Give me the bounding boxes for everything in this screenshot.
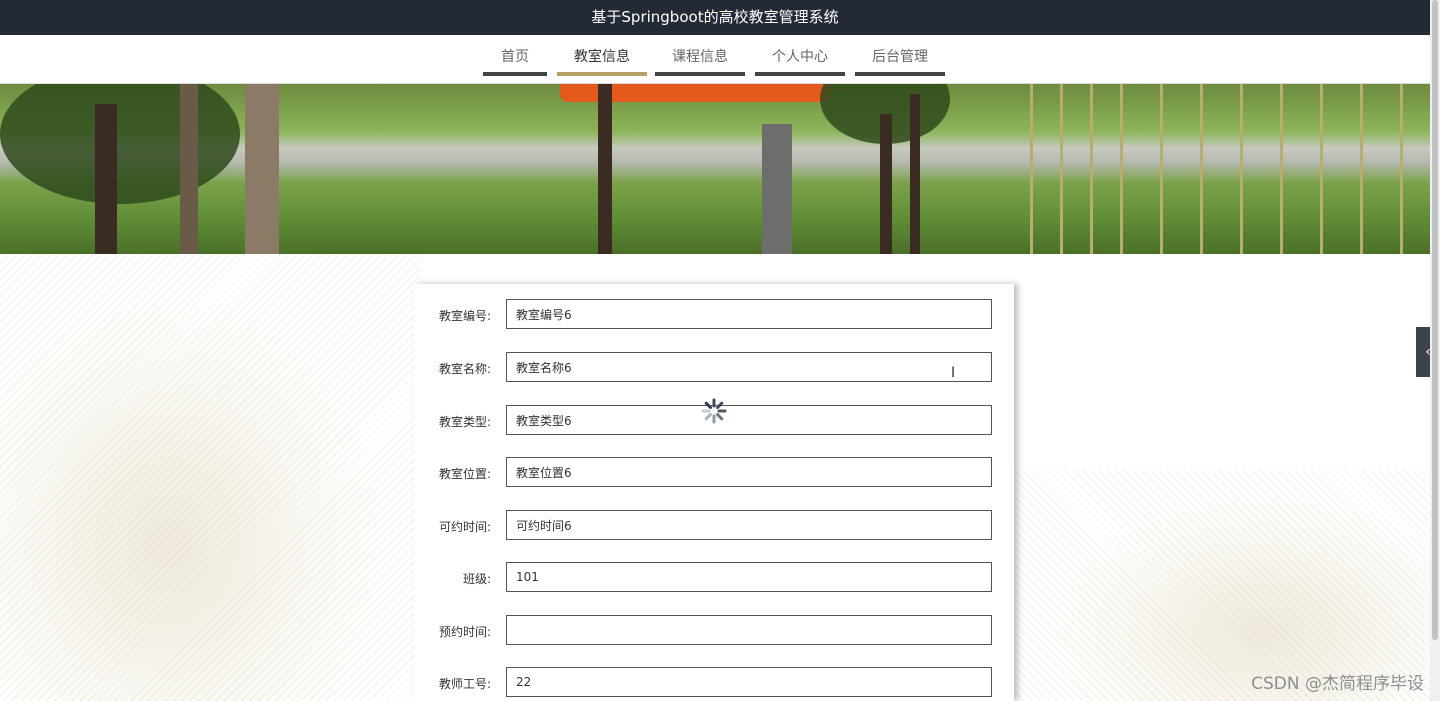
classroom-location-field[interactable] <box>506 457 992 487</box>
field-label: 教室类型: <box>438 415 491 429</box>
field-label: 教室名称: <box>438 362 491 376</box>
nav-label-profile: 个人中心 <box>772 49 828 65</box>
form-row-classroom-number: 教室编号: <box>414 299 1014 331</box>
scrollbar-thumb[interactable] <box>1432 0 1438 640</box>
field-label: 教室位置: <box>438 467 491 481</box>
text-cursor-icon: I <box>951 365 956 381</box>
nav-item-home[interactable]: 首页 <box>483 47 547 76</box>
classroom-type-field[interactable] <box>506 405 992 435</box>
nav-item-profile[interactable]: 个人中心 <box>755 47 845 76</box>
classroom-name-field[interactable] <box>506 352 992 382</box>
field-label: 教师工号: <box>438 677 491 691</box>
decorative-wave-right <box>1015 470 1430 701</box>
main-nav: 首页 教室信息 课程信息 个人中心 后台管理 <box>0 35 1430 84</box>
form-row-classroom-location: 教室位置: <box>414 457 1014 489</box>
teacher-id-field[interactable] <box>506 667 992 697</box>
nav-label-admin: 后台管理 <box>872 49 928 65</box>
nav-item-classrooms[interactable]: 教室信息 <box>557 47 647 76</box>
form-row-classroom-name: 教室名称: <box>414 352 1014 384</box>
nav-label-courses: 课程信息 <box>672 49 728 65</box>
field-label: 班级: <box>462 572 491 586</box>
page-scrollbar[interactable] <box>1430 0 1440 701</box>
watermark-text: CSDN @杰简程序毕设 <box>1251 674 1424 694</box>
field-label: 教室编号: <box>438 309 491 323</box>
classroom-detail-form: 教室编号: 教室名称: 教室类型: 教室位置: 可约时间: 班级: 预约时间: … <box>414 284 1014 701</box>
nav-label-classrooms: 教室信息 <box>574 49 630 65</box>
form-row-available-time: 可约时间: <box>414 510 1014 542</box>
decorative-wave-left <box>0 254 420 701</box>
form-row-class: 班级: <box>414 562 1014 594</box>
available-time-field[interactable] <box>506 510 992 540</box>
form-row-booking-time: 预约时间: <box>414 615 1014 647</box>
app-header: 基于Springboot的高校教室管理系统 <box>0 0 1430 35</box>
class-field[interactable] <box>506 562 992 592</box>
app-title: 基于Springboot的高校教室管理系统 <box>591 8 839 26</box>
classroom-number-field[interactable] <box>506 299 992 329</box>
nav-item-admin[interactable]: 后台管理 <box>855 47 945 76</box>
nav-item-courses[interactable]: 课程信息 <box>655 47 745 76</box>
booking-time-field[interactable] <box>506 615 992 645</box>
field-label: 可约时间: <box>438 520 491 534</box>
loading-spinner-icon <box>701 398 727 424</box>
campus-banner-image <box>0 84 1430 254</box>
field-label: 预约时间: <box>438 625 491 639</box>
form-row-teacher-id: 教师工号: <box>414 667 1014 699</box>
nav-label-home: 首页 <box>501 49 529 65</box>
